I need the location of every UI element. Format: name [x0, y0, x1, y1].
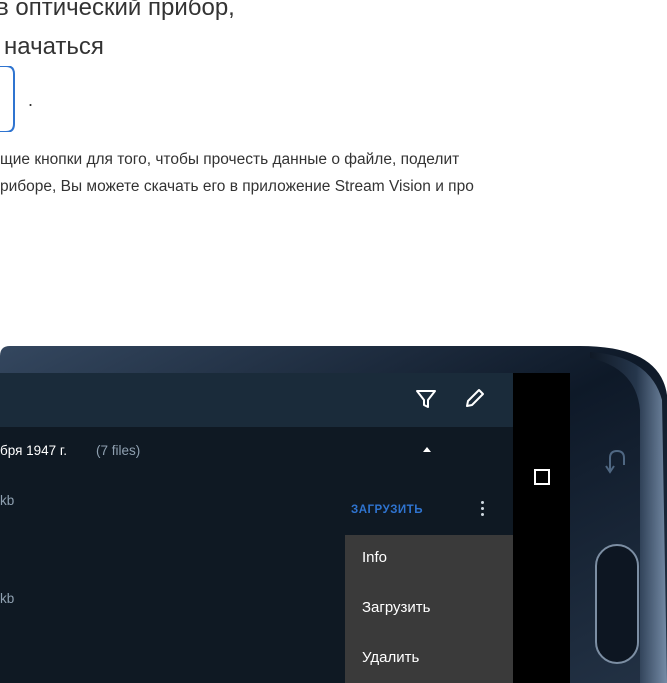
android-navbar: [513, 373, 570, 683]
file-group-header[interactable]: бря 1947 г. (7 files): [0, 427, 513, 477]
toolbar: [0, 373, 513, 427]
download-button[interactable]: ЗАГРУЗИТЬ: [351, 504, 423, 516]
menu-item-label: Удалить: [362, 649, 420, 666]
menu-item-label: Загрузить: [362, 599, 431, 616]
more-vert-icon[interactable]: [481, 501, 485, 517]
phone-mockup: бря 1947 г. (7 files) kb kb ЗАГРУЗИТЬ In…: [0, 0, 667, 683]
group-file-count: (7 files): [96, 443, 141, 458]
pencil-icon[interactable]: [460, 385, 488, 413]
filter-icon[interactable]: [412, 385, 440, 413]
phone-screen: бря 1947 г. (7 files) kb kb ЗАГРУЗИТЬ In…: [0, 373, 570, 683]
menu-item-label: Info: [362, 549, 388, 566]
recents-icon[interactable]: [534, 469, 550, 485]
caret-up-icon[interactable]: [423, 447, 431, 452]
file-size: kb: [0, 591, 15, 606]
file-row[interactable]: kb: [0, 477, 513, 527]
file-size: kb: [0, 493, 15, 508]
group-date: бря 1947 г.: [0, 443, 67, 458]
